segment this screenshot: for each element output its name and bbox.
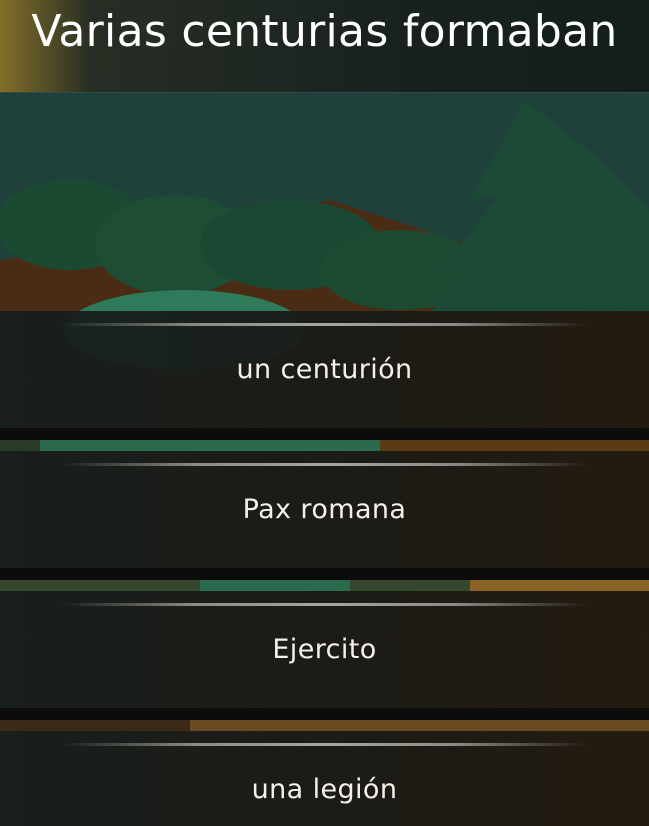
answer-label: Ejercito: [272, 634, 377, 665]
answer-separator: [0, 708, 649, 720]
question-header: Varias centurias formaban: [0, 0, 649, 92]
answer-label: Pax romana: [242, 494, 407, 525]
answer-separator: [0, 568, 649, 580]
answer-divider: [62, 323, 587, 326]
answer-divider: [62, 743, 587, 746]
answer-label: una legión: [251, 774, 398, 805]
answer-option-4[interactable]: una legión: [0, 731, 649, 826]
answer-separator: [0, 428, 649, 440]
question-text: Varias centurias formaban: [31, 6, 618, 57]
answer-option-2[interactable]: Pax romana: [0, 451, 649, 568]
answer-label: un centurión: [236, 354, 413, 385]
answer-divider: [62, 603, 587, 606]
answer-option-3[interactable]: Ejercito: [0, 591, 649, 708]
answer-divider: [62, 463, 587, 466]
answer-option-1[interactable]: un centurión: [0, 311, 649, 428]
